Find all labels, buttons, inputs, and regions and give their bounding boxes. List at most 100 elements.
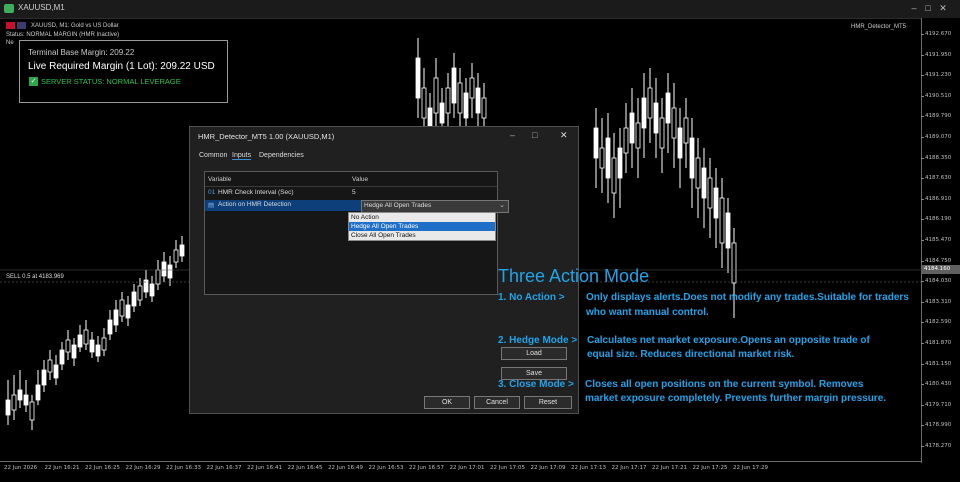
time-axis[interactable]: 22 Jun 2026 22 Jun 16:21 22 Jun 16:25 22 Ju… xyxy=(0,461,921,482)
option-close-all[interactable]: Close All Open Trades xyxy=(349,231,495,240)
candle-body xyxy=(17,389,23,401)
time-tick-label: 22 Jun 17:13 xyxy=(571,465,606,471)
check-icon: ✓ xyxy=(29,77,38,86)
variable-name: Action on HMR Detection xyxy=(218,201,291,208)
candle-body xyxy=(463,92,469,119)
candle-body xyxy=(677,127,683,159)
candle-body xyxy=(689,137,695,179)
candle-body xyxy=(659,117,665,149)
price-tick-label: 4183.310 xyxy=(920,298,952,305)
close-icon[interactable]: ✕ xyxy=(560,130,568,141)
mode-desc-hedge-2: equal size. Reduces directional market r… xyxy=(587,349,795,360)
current-price-marker: 4184.160 xyxy=(921,265,960,274)
price-tick-label: 4181.150 xyxy=(920,360,952,367)
minimize-icon[interactable]: – xyxy=(510,130,515,140)
time-tick-label: 22 Jun 16:49 xyxy=(328,465,363,471)
candle-body xyxy=(731,242,737,284)
price-tick-label: 4189.070 xyxy=(920,134,952,140)
candle-body xyxy=(131,291,137,307)
candle-body xyxy=(415,57,421,99)
option-hedge-all[interactable]: Hedge All Open Trades xyxy=(349,222,495,231)
flag-icon xyxy=(17,22,26,29)
action-options-list[interactable]: No Action Hedge All Open Trades Close Al… xyxy=(348,212,496,241)
candle-body xyxy=(59,349,65,365)
price-tick-label: 4186.910 xyxy=(920,195,952,202)
sell-line-label: SELL 0.5 at 4183.969 xyxy=(6,274,64,280)
candle-body xyxy=(95,344,101,357)
candle-body xyxy=(701,167,707,199)
mode-label-close: 3. Close Mode > xyxy=(498,379,574,390)
price-tick-label: 4180.430 xyxy=(920,381,952,388)
mode-label-no-action: 1. No Action > xyxy=(498,292,565,303)
candle-body xyxy=(475,87,481,114)
tab-dependencies[interactable]: Dependencies xyxy=(259,152,304,159)
window-title: XAUUSD,M1 xyxy=(18,3,65,12)
maximize-icon[interactable]: □ xyxy=(532,130,537,140)
cancel-button[interactable]: Cancel xyxy=(474,396,520,409)
candle-body xyxy=(149,283,155,297)
price-tick-label: 4181.870 xyxy=(920,340,952,346)
indicator-name: HMR_Detector_MT5 xyxy=(851,24,907,30)
close-icon[interactable]: ✕ xyxy=(937,3,949,14)
dialog-title: HMR_Detector_MT5 1.00 (XAUUSD,M1) xyxy=(198,132,335,141)
load-button[interactable]: Load xyxy=(501,347,567,360)
candle-body xyxy=(683,117,689,144)
time-tick-label: 22 Jun 16:53 xyxy=(368,465,404,471)
terminal-base-margin: Terminal Base Margin: 209.22 xyxy=(28,48,135,57)
time-tick-label: 22 Jun 17:25 xyxy=(692,465,728,471)
candle-body xyxy=(83,329,89,345)
candle-body xyxy=(653,102,659,134)
candle-body xyxy=(605,137,611,179)
price-tick-label: 4192.670 xyxy=(920,31,952,37)
candle-body xyxy=(593,127,599,159)
price-tick-label: 4184.750 xyxy=(920,257,952,264)
candle-body xyxy=(53,364,59,379)
live-required-margin: Live Required Margin (1 Lot): 209.22 USD xyxy=(28,61,215,72)
price-tick-label: 4182.590 xyxy=(920,319,952,326)
candle-body xyxy=(71,344,77,359)
candle-body xyxy=(433,77,439,114)
chevron-down-icon[interactable]: ⌄ xyxy=(499,201,505,209)
column-header-variable[interactable]: Variable xyxy=(208,176,231,183)
minimize-icon[interactable]: – xyxy=(908,3,920,14)
server-status: SERVER STATUS: NORMAL LEVERAGE xyxy=(41,77,181,86)
candle-body xyxy=(451,67,457,104)
candle-body xyxy=(101,337,107,351)
variable-value[interactable]: 5 xyxy=(352,189,356,196)
candle-body xyxy=(469,77,475,99)
terminal-app-icon xyxy=(4,4,14,13)
ok-button[interactable]: OK xyxy=(424,396,470,409)
header-divider xyxy=(205,186,497,187)
candle-body xyxy=(11,394,17,411)
option-no-action[interactable]: No Action xyxy=(349,213,495,222)
time-tick-label: 22 Jun 16:37 xyxy=(206,465,242,471)
candle-body xyxy=(23,394,29,406)
int-type-icon: 01 xyxy=(208,189,216,196)
price-axis[interactable]: 4192.670 4191.950 4191.230 4190.510 4189.790… xyxy=(920,18,960,463)
candle-body xyxy=(719,197,725,244)
mode-desc-close-2: market exposure completely. Prevents fur… xyxy=(585,393,887,404)
tab-common[interactable]: Common xyxy=(199,152,227,159)
candle-body xyxy=(179,244,185,257)
column-header-value[interactable]: Value xyxy=(352,176,368,183)
candle-body xyxy=(35,384,41,401)
candle-body xyxy=(713,187,719,219)
candle-body xyxy=(77,334,83,348)
price-tick-label: 4187.630 xyxy=(920,175,952,182)
reset-button[interactable]: Reset xyxy=(524,396,572,409)
candle-body xyxy=(421,87,427,119)
window-titlebar[interactable]: XAUUSD,M1 – □ ✕ xyxy=(0,0,960,19)
variable-name: HMR Check Interval (Sec) xyxy=(218,189,294,196)
tab-inputs[interactable]: Inputs xyxy=(232,152,252,160)
table-row[interactable]: 01 HMR Check Interval (Sec) 5 xyxy=(205,188,497,199)
candle-body xyxy=(481,97,487,119)
price-tick-label: 4189.790 xyxy=(920,113,952,120)
candle-body xyxy=(665,92,671,124)
time-tick-label: 22 Jun 17:05 xyxy=(490,465,525,471)
maximize-icon[interactable]: □ xyxy=(922,3,934,14)
selected-value: Hedge All Open Trades xyxy=(364,202,432,209)
time-tick-label: 22 Jun 17:01 xyxy=(449,465,485,471)
candle-body xyxy=(623,127,629,154)
candle-body xyxy=(641,97,647,129)
candle-body xyxy=(125,304,131,319)
